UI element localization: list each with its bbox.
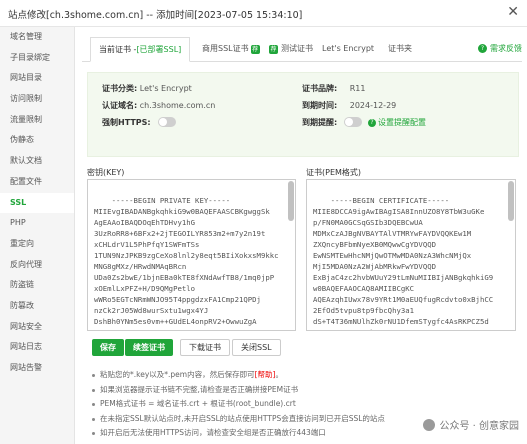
cert-brand-row: 证书品牌: R11 xyxy=(302,83,366,94)
certificate-text: -----BEGIN CERTIFICATE----- MIIE8DCCA9ig… xyxy=(313,196,494,330)
tab-commercial-ssl-label: 商用SSL证书 xyxy=(202,44,249,53)
watermark: 公众号 · 创意家园 xyxy=(423,417,519,432)
wechat-icon xyxy=(423,418,436,431)
window-title: 站点修改[ch.3shome.com.cn] -- 添加时间[2023-07-0… xyxy=(8,10,303,21)
tab-test-cert[interactable]: 荐 测试证书 xyxy=(269,37,313,61)
recommend-badge: 荐 xyxy=(250,44,260,54)
cert-scrollbar[interactable] xyxy=(508,181,514,221)
private-key-textarea[interactable]: -----BEGIN PRIVATE KEY----- MIIEvgIBADAN… xyxy=(87,179,296,331)
cert-expire-row: 到期时间: 2024-12-29 xyxy=(302,100,396,111)
cert-expire-label: 到期时间: xyxy=(302,101,338,110)
tab-cert-folder[interactable]: 证书夹 xyxy=(388,37,412,61)
tab-letsencrypt[interactable]: Let's Encrypt xyxy=(322,37,374,61)
watermark-text: 公众号 · 创意家园 xyxy=(439,421,519,432)
sidebar-item-logs[interactable]: 网站日志 xyxy=(0,337,74,358)
cert-type-label: 证书分类: xyxy=(102,84,138,93)
note-item: 如果浏览器提示证书链不完整,请检查是否正确拼接PEM证书 xyxy=(92,383,512,398)
sidebar-item-subdir[interactable]: 子目录绑定 xyxy=(0,48,74,69)
tab-current-cert[interactable]: 当前证书 - [已部署SSL] xyxy=(90,37,191,62)
remind-config-link[interactable]: ? 设置提醒配置 xyxy=(368,117,426,128)
tab-current-cert-label: 当前证书 - xyxy=(99,44,137,54)
force-https-row: 强制HTTPS: xyxy=(102,117,151,128)
remind-config-label: 设置提醒配置 xyxy=(378,118,426,127)
ssl-tabs: 当前证书 - [已部署SSL] 商用SSL证书 荐 荐 测试证书 Let's E… xyxy=(82,37,522,62)
expire-remind-toggle[interactable] xyxy=(344,117,362,127)
note-paste-text: 粘贴您的*.key以及*.pem内容，然后保存即可 xyxy=(100,370,255,379)
sidebar: 域名管理 子目录绑定 网站目录 访问限制 流量限制 伪静态 默认文档 配置文件 … xyxy=(0,27,75,444)
note-item: PEM格式证书 = 域名证书.crt + 根证书(root_bundle).cr… xyxy=(92,397,512,412)
cert-brand-value: R11 xyxy=(349,84,366,93)
sidebar-item-php[interactable]: PHP xyxy=(0,213,74,234)
sidebar-item-alerts[interactable]: 网站告警 xyxy=(0,358,74,379)
cert-brand-label: 证书品牌: xyxy=(302,84,338,93)
sidebar-item-rewrite[interactable]: 伪静态 xyxy=(0,130,74,151)
certificate-textarea[interactable]: -----BEGIN CERTIFICATE----- MIIE8DCCA9ig… xyxy=(306,179,516,331)
sidebar-item-security[interactable]: 网站安全 xyxy=(0,317,74,338)
download-cert-button[interactable]: 下载证书 xyxy=(180,339,230,356)
help-link[interactable]: [帮助] xyxy=(255,370,276,379)
cert-info-box: 证书分类: Let's Encrypt 证书品牌: R11 认证域名: ch.3… xyxy=(87,72,519,157)
cert-expire-value: 2024-12-29 xyxy=(349,101,397,110)
sidebar-item-domain[interactable]: 域名管理 xyxy=(0,27,74,48)
feedback-link[interactable]: ? 需求反馈 xyxy=(478,43,522,54)
tab-commercial-ssl[interactable]: 商用SSL证书 荐 xyxy=(202,37,263,61)
close-ssl-button[interactable]: 关闭SSL xyxy=(232,339,281,356)
cert-domain-label: 认证域名: xyxy=(102,101,138,110)
sidebar-item-config[interactable]: 配置文件 xyxy=(0,172,74,193)
help-icon: ? xyxy=(368,118,376,127)
key-label: 密钥(KEY) xyxy=(87,168,125,177)
renew-cert-button[interactable]: 续签证书 xyxy=(125,339,173,356)
expire-remind-row: 到期提醒: xyxy=(302,117,337,128)
feedback-label: 需求反馈 xyxy=(490,44,522,53)
sidebar-item-reverse-proxy[interactable]: 反向代理 xyxy=(0,255,74,276)
sidebar-item-site-dir[interactable]: 网站目录 xyxy=(0,68,74,89)
key-scrollbar[interactable] xyxy=(288,181,294,221)
cert-label: 证书(PEM格式) xyxy=(306,168,362,177)
help-icon: ? xyxy=(478,44,487,53)
save-button[interactable]: 保存 xyxy=(92,339,124,356)
sidebar-item-redirect[interactable]: 重定向 xyxy=(0,234,74,255)
cert-type-row: 证书分类: Let's Encrypt xyxy=(102,83,192,94)
close-icon[interactable]: ✕ xyxy=(507,4,519,20)
sidebar-item-access-limit[interactable]: 访问限制 xyxy=(0,89,74,110)
cert-domain-value: ch.3shome.com.cn xyxy=(139,101,216,110)
private-key-text: -----BEGIN PRIVATE KEY----- MIIEvgIBADAN… xyxy=(94,196,279,330)
sidebar-item-traffic-limit[interactable]: 流量限制 xyxy=(0,110,74,131)
sidebar-item-hotlink[interactable]: 防盗链 xyxy=(0,275,74,296)
force-https-label: 强制HTTPS: xyxy=(102,118,151,127)
tab-current-cert-status: [已部署SSL] xyxy=(136,44,182,54)
ssl-panel: 当前证书 - [已部署SSL] 商用SSL证书 荐 荐 测试证书 Let's E… xyxy=(82,27,522,444)
tab-test-cert-label: 测试证书 xyxy=(281,44,313,53)
force-https-toggle[interactable] xyxy=(158,117,176,127)
note-item: 粘贴您的*.key以及*.pem内容，然后保存即可[帮助]。 xyxy=(92,368,512,383)
sidebar-item-tamper[interactable]: 防篡改 xyxy=(0,296,74,317)
window-titlebar: 站点修改[ch.3shome.com.cn] -- 添加时间[2023-07-0… xyxy=(0,0,527,27)
expire-remind-label: 到期提醒: xyxy=(302,118,338,127)
recommend-badge: 荐 xyxy=(269,44,278,54)
cert-type-value: Let's Encrypt xyxy=(139,84,192,93)
cert-domain-row: 认证域名: ch.3shome.com.cn xyxy=(102,100,215,111)
sidebar-item-ssl[interactable]: SSL xyxy=(0,192,74,214)
sidebar-item-default-doc[interactable]: 默认文档 xyxy=(0,151,74,172)
note-paste-end: 。 xyxy=(275,370,283,379)
